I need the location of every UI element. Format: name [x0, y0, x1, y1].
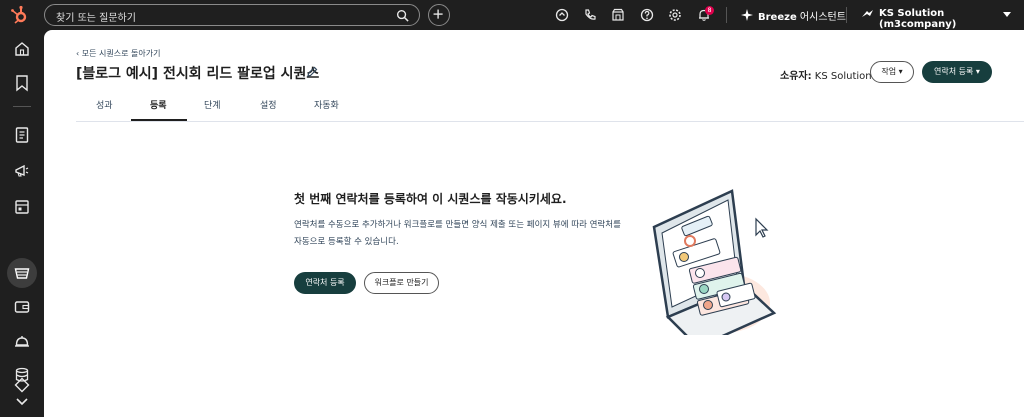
content-icon[interactable] [13, 198, 31, 216]
laptop-illustration [652, 189, 777, 335]
breeze-assistant-button[interactable]: Breeze 어시스턴트 [758, 8, 846, 23]
main-content: ‹ 모든 시퀀스로 돌아가기 [블로그 예시] 전시회 리드 팔로업 시퀀스 소… [44, 30, 1024, 417]
tab-performance[interactable]: 성과 [96, 98, 113, 111]
tab-steps[interactable]: 단계 [204, 98, 221, 111]
phone-icon[interactable] [583, 8, 597, 22]
settings-gear-icon[interactable] [668, 8, 682, 22]
diamond-icon[interactable] [13, 376, 31, 394]
search-input[interactable]: 찾기 또는 질문하기 [56, 9, 136, 24]
help-icon[interactable] [640, 8, 654, 22]
page-title: [블로그 예시] 전시회 리드 팔로업 시퀀스 [76, 66, 320, 82]
marketplace-icon[interactable] [611, 8, 625, 22]
sidebar-divider [13, 106, 31, 107]
tab-settings[interactable]: 설정 [260, 98, 277, 111]
empty-state-title: 첫 번째 연락처를 등록하여 이 시퀀스를 작동시키세요. [294, 192, 567, 206]
create-button[interactable] [428, 4, 450, 26]
breeze-suffix: 어시스턴트 [799, 12, 846, 23]
notification-badge: 8 [705, 6, 714, 15]
owner-name: KS Solution [814, 71, 872, 82]
upgrade-icon[interactable] [555, 8, 569, 22]
divider [726, 7, 727, 23]
commerce-basket-icon[interactable] [13, 264, 31, 282]
account-name: KS Solution (m3company) [879, 8, 957, 30]
enroll-contacts-button[interactable]: 연락처 등록 [294, 272, 356, 294]
back-link[interactable]: ‹ 모든 시퀀스로 돌아가기 [76, 48, 160, 59]
hubspot-logo-icon[interactable] [9, 4, 31, 26]
contacts-book-icon[interactable] [13, 126, 31, 144]
chevron-down-icon[interactable] [1003, 12, 1011, 18]
pencil-edit-icon[interactable] [306, 66, 318, 78]
bookmark-icon[interactable] [13, 74, 31, 92]
tab-automation[interactable]: 자동화 [314, 98, 339, 111]
sidebar [0, 30, 44, 417]
breeze-brand: Breeze [758, 12, 797, 23]
owner-info: 소유자: KS Solution [780, 67, 872, 82]
owner-label: 소유자: [780, 71, 812, 82]
expand-chevron-down-icon[interactable] [15, 396, 29, 408]
enroll-contacts-dropdown-button[interactable]: 연락처 등록 ▾ [922, 61, 992, 83]
enroll-label: 연락처 등록 [934, 67, 974, 76]
wallet-icon[interactable] [13, 298, 31, 316]
tab-enrollments[interactable]: 등록 [150, 98, 167, 111]
account-logo-icon [862, 10, 873, 17]
tab-bar: 성과 등록 단계 설정 자동화 [76, 90, 386, 122]
actions-label: 작업 [881, 67, 897, 76]
empty-state-description: 연락처를 수동으로 추가하거나 워크플로를 만들면 양식 제출 또는 페이지 뷰… [294, 220, 621, 247]
create-workflow-button[interactable]: 워크플로 만들기 [364, 272, 439, 294]
tab-divider [76, 121, 1024, 122]
service-bell-icon[interactable] [13, 332, 31, 350]
marketing-megaphone-icon[interactable] [13, 162, 31, 180]
plus-icon [433, 9, 443, 19]
top-navigation-bar: 찾기 또는 질문하기 8 Breeze 어시스턴트 KS Solution (m… [0, 0, 1024, 30]
search-icon[interactable] [396, 9, 409, 22]
actions-dropdown-button[interactable]: 작업 ▾ [870, 61, 914, 83]
breeze-sparkle-icon [741, 9, 753, 21]
home-icon[interactable] [13, 40, 31, 58]
divider [846, 7, 847, 23]
search-bar[interactable]: 찾기 또는 질문하기 [44, 4, 420, 26]
back-link-label: 모든 시퀀스로 돌아가기 [81, 49, 161, 58]
